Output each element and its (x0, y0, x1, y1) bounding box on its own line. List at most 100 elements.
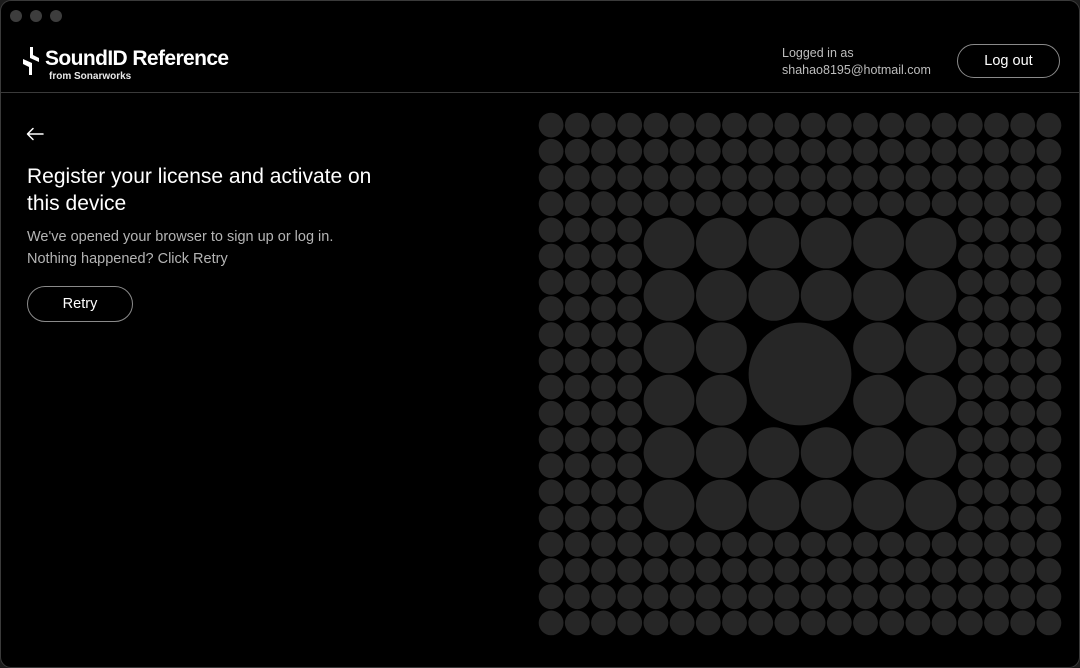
pattern-dot (774, 138, 800, 164)
pattern-dot (538, 138, 564, 164)
pattern-dot (564, 296, 590, 321)
pattern-dot (748, 191, 774, 217)
pattern-dot (1036, 165, 1062, 190)
pattern-dot (853, 217, 904, 269)
pattern-dot (748, 138, 774, 164)
pattern-dot (564, 243, 590, 269)
pattern-dot (879, 112, 905, 138)
pattern-dot (564, 505, 590, 531)
pattern-dot (984, 427, 1009, 452)
pattern-dot (722, 531, 747, 557)
pattern-dot (800, 165, 826, 190)
pattern-dot (1036, 191, 1062, 217)
pattern-dot (905, 138, 931, 164)
pattern-dot (1010, 610, 1036, 636)
pattern-dot (1010, 531, 1036, 557)
pattern-dot (1010, 374, 1036, 400)
pattern-dot (695, 138, 721, 164)
pattern-dot (1036, 243, 1062, 269)
pattern-dot (800, 610, 826, 636)
pattern-dot (931, 584, 957, 610)
pattern-dot (984, 138, 1009, 164)
minimize-window-button[interactable] (30, 10, 42, 22)
pattern-dot (748, 427, 800, 478)
pattern-dot (905, 558, 931, 583)
pattern-dot (591, 374, 616, 400)
pattern-dot (538, 453, 564, 479)
pattern-dot (1010, 217, 1036, 243)
pattern-dot (591, 505, 616, 531)
pattern-dot (617, 322, 643, 348)
account-info: Logged in as shahao8195@hotmail.com (782, 45, 931, 79)
pattern-dot (1036, 322, 1062, 348)
brand-logo: SoundID Reference from Sonarworks (21, 47, 229, 82)
pattern-dot (957, 138, 983, 164)
pattern-dot (905, 217, 957, 269)
pattern-dot (538, 558, 564, 583)
pattern-dot (984, 584, 1009, 610)
pattern-dot (617, 165, 643, 190)
description-line-1: We've opened your browser to sign up or … (27, 229, 334, 245)
pattern-dot (748, 558, 774, 583)
pattern-dot (617, 348, 643, 374)
pattern-dot (696, 374, 747, 426)
pattern-dot (722, 584, 747, 610)
pattern-dot (564, 191, 590, 217)
pattern-dot (957, 453, 983, 479)
pattern-dot (564, 348, 590, 374)
pattern-dot (957, 610, 983, 636)
retry-button[interactable]: Retry (27, 286, 133, 322)
pattern-dot (617, 505, 643, 531)
pattern-dot (957, 165, 983, 190)
pattern-dot (800, 138, 826, 164)
close-window-button[interactable] (10, 10, 22, 22)
pattern-dot (957, 112, 983, 138)
pattern-dot (853, 270, 904, 321)
pattern-dot (643, 112, 669, 138)
pattern-dot (564, 453, 590, 479)
pattern-dot (905, 531, 931, 557)
pattern-dot (643, 138, 669, 164)
pattern-dot (905, 322, 957, 374)
pattern-dot (853, 427, 904, 478)
pattern-dot (695, 558, 721, 583)
pattern-dot (957, 191, 983, 217)
zoom-window-button[interactable] (50, 10, 62, 22)
pattern-dot (1036, 584, 1062, 610)
pattern-dot (957, 322, 983, 348)
app-header: SoundID Reference from Sonarworks Logged… (1, 29, 1079, 93)
pattern-dot (695, 531, 721, 557)
pattern-dot (696, 270, 747, 321)
pattern-dot (984, 322, 1009, 348)
pattern-dot (879, 165, 905, 190)
pattern-dot (695, 112, 721, 138)
pattern-dot (905, 191, 931, 217)
pattern-dot (931, 191, 957, 217)
pattern-dot (669, 558, 695, 583)
pattern-dot (984, 505, 1009, 531)
pattern-dot (643, 165, 669, 190)
pattern-dot (538, 243, 564, 269)
pattern-dot (564, 165, 590, 190)
pattern-dot (1010, 296, 1036, 321)
pattern-dot (538, 584, 564, 610)
pattern-dot (1036, 531, 1062, 557)
pattern-dot (722, 138, 747, 164)
pattern-dot (696, 322, 747, 374)
pattern-dot (1036, 479, 1062, 505)
pattern-dot (617, 453, 643, 479)
logout-button[interactable]: Log out (957, 44, 1060, 78)
back-button[interactable] (26, 125, 46, 143)
pattern-dot (564, 112, 590, 138)
pattern-dot (774, 558, 800, 583)
pattern-dot (643, 584, 669, 610)
pattern-dot (1010, 322, 1036, 348)
pattern-dot (800, 479, 852, 531)
pattern-dot (774, 112, 800, 138)
pattern-dot (564, 531, 590, 557)
pattern-dot (1036, 558, 1062, 583)
pattern-dot (984, 191, 1009, 217)
pattern-dot (984, 453, 1009, 479)
pattern-dot (905, 270, 957, 321)
pattern-dot (826, 584, 852, 610)
